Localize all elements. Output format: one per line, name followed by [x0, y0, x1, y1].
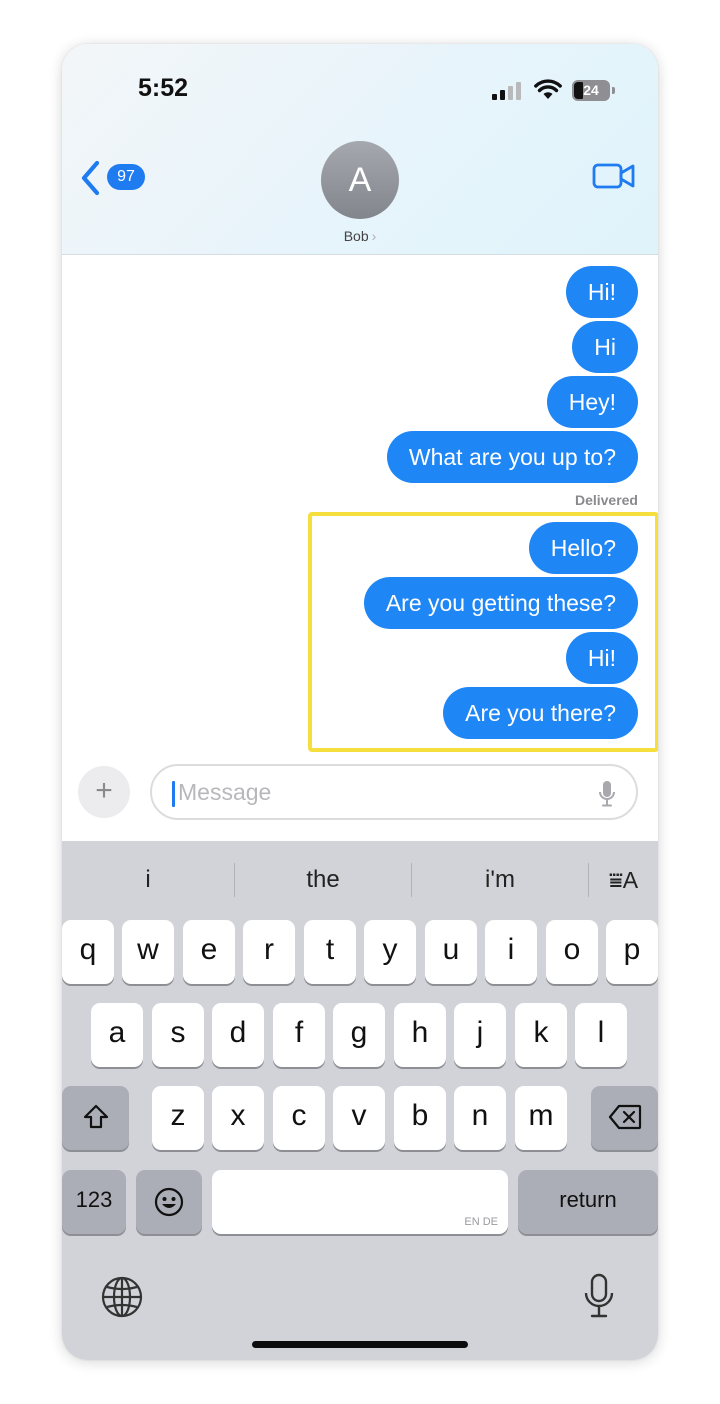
key-u[interactable]: u	[425, 920, 477, 984]
battery-indicator: 24	[572, 80, 610, 101]
return-key[interactable]: return	[518, 1170, 658, 1234]
text-cursor	[172, 781, 175, 807]
video-call-button[interactable]	[592, 162, 636, 190]
key-g[interactable]: g	[333, 1003, 385, 1067]
contact-name-button[interactable]: Bob ›	[302, 228, 418, 244]
contact-chevron-icon: ›	[371, 228, 377, 244]
delete-key[interactable]	[591, 1086, 658, 1150]
battery-level: 24	[583, 82, 599, 98]
key-j[interactable]: j	[454, 1003, 506, 1067]
contact-avatar[interactable]: A	[321, 141, 399, 219]
key-z[interactable]: z	[152, 1086, 204, 1150]
back-chevron-icon	[81, 160, 100, 196]
key-x[interactable]: x	[212, 1086, 264, 1150]
keyboard-dictation-button[interactable]	[582, 1273, 616, 1319]
emoji-key[interactable]	[136, 1170, 202, 1234]
suggestion-1[interactable]: i	[62, 857, 234, 903]
key-e[interactable]: e	[183, 920, 235, 984]
key-k[interactable]: k	[515, 1003, 567, 1067]
unread-count-badge: 97	[107, 164, 145, 190]
message-bubble[interactable]: Are you there?	[443, 687, 638, 739]
microphone-icon	[599, 781, 615, 807]
key-l[interactable]: l	[575, 1003, 627, 1067]
globe-icon	[101, 1276, 143, 1318]
message-input[interactable]: Message	[150, 764, 638, 820]
cellular-signal-icon	[492, 82, 522, 100]
message-bubble[interactable]: Hi!	[565, 632, 638, 684]
key-p[interactable]: p	[606, 920, 658, 984]
key-f[interactable]: f	[273, 1003, 325, 1067]
contact-name: Bob	[343, 228, 369, 244]
message-bubble[interactable]: Hello?	[528, 522, 638, 574]
predictive-bar: i the i'm ⩸A	[62, 857, 658, 903]
key-r[interactable]: r	[243, 920, 295, 984]
message-bubble[interactable]: What are you up to?	[386, 431, 638, 483]
message-placeholder: Message	[178, 779, 272, 805]
delivered-status: Delivered	[574, 492, 638, 508]
key-b[interactable]: b	[394, 1086, 446, 1150]
phone-screen: 5:52 24 97 A Bob › Hi! Hi Hey! What are …	[62, 44, 658, 1360]
key-s[interactable]: s	[152, 1003, 204, 1067]
microphone-icon	[584, 1273, 614, 1318]
key-q[interactable]: q	[62, 920, 114, 984]
message-bubble[interactable]: Are you getting these?	[363, 577, 638, 629]
message-bubble[interactable]: Hey!	[546, 376, 638, 428]
key-t[interactable]: t	[304, 920, 356, 984]
video-camera-icon	[592, 163, 635, 189]
space-key[interactable]: EN DE	[212, 1170, 508, 1234]
key-c[interactable]: c	[273, 1086, 325, 1150]
dictation-button[interactable]	[598, 780, 616, 808]
keyboard: i the i'm ⩸A q w e r t y u i o p a s d f…	[62, 841, 658, 1360]
message-bubble[interactable]: Hi	[572, 321, 638, 373]
status-time: 5:52	[138, 74, 189, 102]
suggestion-2[interactable]: the	[235, 857, 411, 903]
shift-key[interactable]	[62, 1086, 129, 1150]
key-w[interactable]: w	[122, 920, 174, 984]
suggestion-3[interactable]: i'm	[412, 857, 588, 903]
shift-icon	[83, 1104, 108, 1129]
emoji-icon	[154, 1187, 184, 1217]
key-m[interactable]: m	[515, 1086, 567, 1150]
wifi-icon	[534, 79, 562, 99]
battery-cap	[612, 87, 615, 94]
key-a[interactable]: a	[91, 1003, 143, 1067]
key-h[interactable]: h	[394, 1003, 446, 1067]
globe-button[interactable]	[100, 1275, 144, 1319]
key-o[interactable]: o	[546, 920, 598, 984]
space-language-label: EN DE	[464, 1216, 498, 1228]
key-d[interactable]: d	[212, 1003, 264, 1067]
message-bubble[interactable]: Hi!	[565, 266, 638, 318]
key-i[interactable]: i	[485, 920, 537, 984]
text-format-button[interactable]: ⩸A	[589, 857, 658, 903]
key-v[interactable]: v	[333, 1086, 385, 1150]
home-indicator[interactable]	[252, 1341, 468, 1348]
key-n[interactable]: n	[454, 1086, 506, 1150]
delete-icon	[608, 1104, 641, 1130]
apps-plus-button[interactable]: +	[78, 766, 130, 818]
conversation-header: 5:52 24 97 A Bob ›	[62, 44, 658, 255]
numbers-key[interactable]: 123	[62, 1170, 126, 1234]
key-y[interactable]: y	[364, 920, 416, 984]
back-button[interactable]: 97	[80, 160, 150, 196]
